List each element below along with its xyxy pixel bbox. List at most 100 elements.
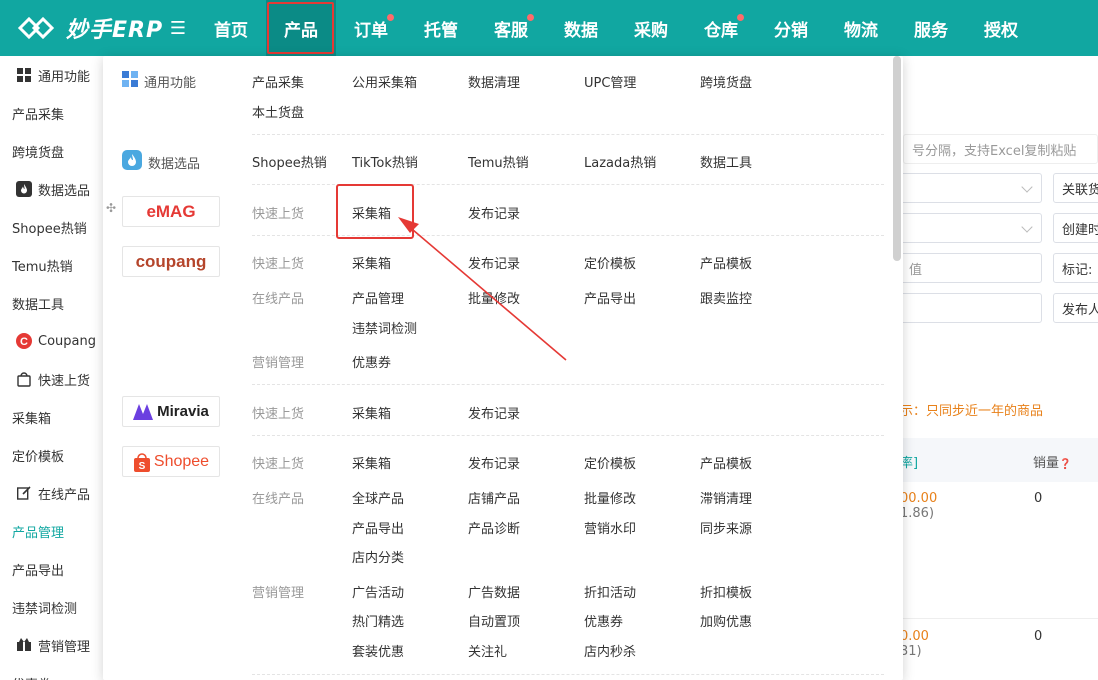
- menu-public-collect-box[interactable]: 公用采集箱: [352, 72, 417, 91]
- menu-shopee-addon-deal[interactable]: 加购优惠: [700, 611, 752, 630]
- nav-item-0[interactable]: 首页: [196, 0, 266, 56]
- sidebar-item-0[interactable]: 通用功能: [0, 56, 103, 94]
- menu-shopee-ad-data[interactable]: 广告数据: [468, 582, 520, 601]
- publisher-select[interactable]: 发布人: [1053, 293, 1098, 323]
- menu-coupang-follow-monitor[interactable]: 跟卖监控: [700, 288, 752, 307]
- sidebar-item-15[interactable]: 营销管理: [0, 626, 103, 664]
- menu-shopee-discount-activity[interactable]: 折扣活动: [584, 582, 636, 601]
- shopee-category-quick-listing: 快速上货: [252, 457, 305, 472]
- menu-scrollbar[interactable]: [893, 56, 901, 261]
- menu-shopee-coupon[interactable]: 优惠券: [584, 611, 623, 630]
- gift-icon: [16, 637, 32, 653]
- menu-shopee-ad-campaign[interactable]: 广告活动: [352, 582, 404, 601]
- shopee-bag-icon: S: [133, 452, 150, 472]
- drag-move-icon[interactable]: ✣: [106, 201, 116, 215]
- filter-select-2[interactable]: [900, 213, 1042, 243]
- nav-item-10[interactable]: 服务: [896, 0, 966, 56]
- menu-cross-border-goods[interactable]: 跨境货盘: [700, 72, 752, 91]
- nav-item-11[interactable]: 授权: [966, 0, 1036, 56]
- menu-local-goods[interactable]: 本土货盘: [252, 102, 304, 121]
- nav-item-7[interactable]: 仓库: [686, 0, 756, 56]
- menu-coupang-product-export[interactable]: 产品导出: [584, 288, 636, 307]
- tag-label: 标记:: [1062, 262, 1093, 278]
- nav-item-9[interactable]: 物流: [826, 0, 896, 56]
- created-time-select[interactable]: 创建时: [1053, 213, 1098, 243]
- menu-shopee-follow-prize[interactable]: 关注礼: [468, 641, 507, 660]
- value-input[interactable]: 值: [900, 253, 1042, 283]
- menu-shopee-publish-log[interactable]: 发布记录: [468, 453, 520, 472]
- menu-coupang-publish-log[interactable]: 发布记录: [468, 253, 520, 272]
- menu-tiktok-hot[interactable]: TikTok热销: [352, 152, 418, 171]
- menu-miravia-collect-box[interactable]: 采集箱: [352, 403, 391, 422]
- nav-item-6[interactable]: 采购: [616, 0, 686, 56]
- menu-shopee-flash-sale[interactable]: 店内秒杀: [584, 641, 636, 660]
- sidebar-item-4[interactable]: Shopee热销: [0, 208, 103, 246]
- divider: [252, 674, 884, 675]
- menu-shopee-shop-category[interactable]: 店内分类: [352, 547, 404, 566]
- sidebar-item-16[interactable]: 优惠券: [0, 664, 103, 680]
- sidebar-item-6[interactable]: 数据工具: [0, 284, 103, 322]
- menu-shopee-slow-clear[interactable]: 滞销清理: [700, 488, 752, 507]
- related-button[interactable]: 关联货: [1053, 173, 1098, 203]
- menu-shopee-product-diagnosis[interactable]: 产品诊断: [468, 518, 520, 537]
- menu-coupang-banned-words[interactable]: 违禁词检测: [352, 318, 417, 337]
- nav-label: 仓库: [704, 20, 738, 41]
- product-mega-menu: 通用功能 产品采集 公用采集箱 数据清理 UPC管理 跨境货盘 本土货盘 数据选…: [103, 56, 903, 680]
- menu-shopee-pricing-template[interactable]: 定价模板: [584, 453, 636, 472]
- menu-shopee-shop-products[interactable]: 店铺产品: [468, 488, 520, 507]
- menu-coupang-product-manage[interactable]: 产品管理: [352, 288, 404, 307]
- tag-select[interactable]: 标记:: [1053, 253, 1098, 283]
- nav-item-4[interactable]: 客服: [476, 0, 546, 56]
- menu-product-collect[interactable]: 产品采集: [252, 72, 304, 91]
- publisher-input[interactable]: [900, 293, 1042, 323]
- search-input[interactable]: 号分隔，支持Excel复制粘贴: [903, 134, 1098, 164]
- value-placeholder: 值: [909, 262, 923, 278]
- help-icon[interactable]: ❓: [1059, 459, 1071, 470]
- menu-coupang-product-template[interactable]: 产品模板: [700, 253, 752, 272]
- menu-coupang-coupon[interactable]: 优惠券: [352, 352, 391, 371]
- nav-label: 托管: [424, 20, 458, 41]
- sidebar-item-1[interactable]: 产品采集: [0, 94, 103, 132]
- sidebar-item-9[interactable]: 采集箱: [0, 398, 103, 436]
- sidebar-item-2[interactable]: 跨境货盘: [0, 132, 103, 170]
- brand-logo[interactable]: 妙手ERP: [0, 0, 162, 56]
- nav-item-1[interactable]: 产品: [266, 0, 336, 56]
- menu-data-tools[interactable]: 数据工具: [700, 152, 752, 171]
- menu-upc-manage[interactable]: UPC管理: [584, 72, 636, 91]
- nav-item-2[interactable]: 订单: [336, 0, 406, 56]
- menu-shopee-collect-box[interactable]: 采集箱: [352, 453, 391, 472]
- menu-shopee-global-products[interactable]: 全球产品: [352, 488, 404, 507]
- menu-shopee-batch-edit[interactable]: 批量修改: [584, 488, 636, 507]
- menu-shopee-auto-top[interactable]: 自动置顶: [468, 611, 520, 630]
- menu-data-clean[interactable]: 数据清理: [468, 72, 520, 91]
- filter-select-1[interactable]: [900, 173, 1042, 203]
- sidebar-item-14[interactable]: 违禁词检测: [0, 588, 103, 626]
- menu-toggle-icon[interactable]: ☰: [160, 0, 196, 56]
- menu-coupang-collect-box[interactable]: 采集箱: [352, 253, 391, 272]
- menu-shopee-discount-template[interactable]: 折扣模板: [700, 582, 752, 601]
- menu-shopee-watermark[interactable]: 营销水印: [584, 518, 636, 537]
- nav-item-8[interactable]: 分销: [756, 0, 826, 56]
- menu-shopee-product-template[interactable]: 产品模板: [700, 453, 752, 472]
- menu-shopee-product-export[interactable]: 产品导出: [352, 518, 404, 537]
- sidebar-item-7[interactable]: C Coupang: [0, 322, 103, 360]
- sidebar-item-8[interactable]: 快速上货: [0, 360, 103, 398]
- sidebar-item-3[interactable]: 数据选品: [0, 170, 103, 208]
- menu-temu-hot[interactable]: Temu热销: [468, 152, 529, 171]
- sidebar-item-10[interactable]: 定价模板: [0, 436, 103, 474]
- sidebar-item-5[interactable]: Temu热销: [0, 246, 103, 284]
- menu-coupang-batch-edit[interactable]: 批量修改: [468, 288, 520, 307]
- menu-shopee-sync-source[interactable]: 同步来源: [700, 518, 752, 537]
- menu-shopee-hot[interactable]: Shopee热销: [252, 152, 327, 171]
- menu-lazada-hot[interactable]: Lazada热销: [584, 152, 656, 171]
- menu-shopee-bundle-deal[interactable]: 套装优惠: [352, 641, 404, 660]
- menu-shopee-hot-picks[interactable]: 热门精选: [352, 611, 404, 630]
- sidebar-item-11[interactable]: 在线产品: [0, 474, 103, 512]
- menu-miravia-publish-log[interactable]: 发布记录: [468, 403, 520, 422]
- menu-emag-publish-log[interactable]: 发布记录: [468, 203, 520, 222]
- nav-item-5[interactable]: 数据: [546, 0, 616, 56]
- sidebar-item-13[interactable]: 产品导出: [0, 550, 103, 588]
- sidebar-item-12[interactable]: 产品管理: [0, 512, 103, 550]
- nav-item-3[interactable]: 托管: [406, 0, 476, 56]
- menu-coupang-pricing-template[interactable]: 定价模板: [584, 253, 636, 272]
